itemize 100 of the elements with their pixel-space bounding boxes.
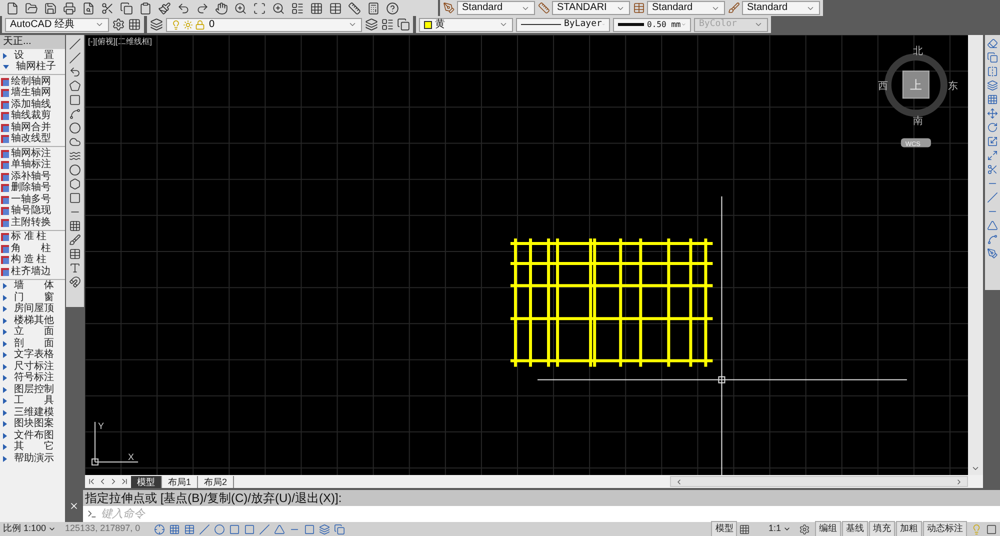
construction-line-icon[interactable] xyxy=(69,52,81,64)
vertical-scrollbar[interactable] xyxy=(968,35,983,475)
save-icon[interactable] xyxy=(44,2,57,14)
redo-icon[interactable] xyxy=(196,2,209,14)
close-icon[interactable] xyxy=(69,501,79,511)
palette-section[interactable]: 剖 面 xyxy=(0,338,65,350)
customize-icon[interactable] xyxy=(128,18,141,31)
horizontal-scrollbar[interactable] xyxy=(670,476,968,487)
palette-tool[interactable]: 一轴多号 xyxy=(0,194,65,206)
layer-previous-icon[interactable] xyxy=(381,18,394,31)
drafting-toggle-icon[interactable] xyxy=(334,524,346,534)
preview-icon[interactable] xyxy=(82,2,95,14)
palette-section[interactable]: 立 面 xyxy=(0,326,65,338)
properties-icon[interactable] xyxy=(291,2,304,14)
color-dropdown[interactable]: 黄 xyxy=(419,18,513,32)
drafting-toggle-icon[interactable] xyxy=(274,524,286,534)
zoom-previous-icon[interactable] xyxy=(272,2,285,14)
previous-tab-icon[interactable] xyxy=(98,477,107,486)
drafting-toggle-icon[interactable] xyxy=(259,524,270,534)
model-space-button[interactable]: 模型 xyxy=(711,521,738,536)
palette-section[interactable]: 房间屋顶 xyxy=(0,304,65,315)
palette-tool[interactable]: 轴号隐现 xyxy=(0,206,65,217)
trim-icon[interactable] xyxy=(987,164,998,175)
rotate-icon[interactable] xyxy=(987,122,998,133)
last-tab-icon[interactable] xyxy=(120,477,129,486)
help-icon[interactable] xyxy=(386,2,399,14)
zoom-window-icon[interactable] xyxy=(253,2,266,14)
layer-manager-icon[interactable] xyxy=(150,18,163,31)
scroll-right-icon[interactable] xyxy=(955,478,963,486)
first-tab-icon[interactable] xyxy=(87,477,96,486)
gradient-icon[interactable] xyxy=(69,234,81,246)
palette-tool[interactable]: 绘制轴网 xyxy=(0,76,65,88)
layer-dropdown[interactable]: 0 xyxy=(166,18,362,32)
insert-icon[interactable] xyxy=(69,192,81,204)
tool-palette-icon[interactable] xyxy=(329,2,342,14)
palette-tool[interactable]: 轴改线型 xyxy=(0,134,65,145)
palette-tool[interactable]: 墙生轴网 xyxy=(0,88,65,99)
hand-icon[interactable] xyxy=(215,2,228,14)
status-toggle[interactable]: 填充 xyxy=(869,521,895,536)
palette-section[interactable]: 门 窗 xyxy=(0,292,65,304)
printer-icon[interactable] xyxy=(63,2,76,14)
scroll-down-icon[interactable] xyxy=(971,464,980,473)
workspace-dropdown[interactable]: AutoCAD 经典 xyxy=(5,18,109,32)
lineweight-dropdown[interactable]: 0.50 mm xyxy=(613,18,691,32)
palette-tool[interactable]: 标 准 柱 xyxy=(0,232,65,243)
viewcube-face[interactable] xyxy=(902,70,930,99)
compass-west[interactable]: 西 xyxy=(878,81,888,92)
markup-icon[interactable] xyxy=(348,2,361,14)
drafting-toggle-icon[interactable] xyxy=(319,524,330,534)
chamfer-icon[interactable] xyxy=(987,220,998,231)
compass-north[interactable]: 北 xyxy=(912,46,923,58)
palette-tool[interactable]: 轴线裁剪 xyxy=(0,110,65,122)
drafting-toggle-icon[interactable] xyxy=(154,524,166,534)
status-toggle[interactable]: 加粗 xyxy=(896,521,922,536)
palette-tool[interactable]: 轴网标注 xyxy=(0,148,65,160)
compass-south[interactable]: 南 xyxy=(912,116,923,128)
layout-icon[interactable] xyxy=(739,524,750,534)
palette-tool[interactable]: 主附转换 xyxy=(0,217,65,228)
drafting-toggle-icon[interactable] xyxy=(184,524,196,534)
wcs-menu[interactable] xyxy=(900,138,931,148)
palette-tool[interactable]: 轴网合并 xyxy=(0,122,65,134)
palette-section[interactable]: 帮助演示 xyxy=(0,453,65,464)
fillet-icon[interactable] xyxy=(987,234,998,245)
palette-section[interactable]: 墙 体 xyxy=(0,280,65,292)
palette-section[interactable]: 设 置 xyxy=(0,50,65,62)
palette-tool[interactable]: 构 造 柱 xyxy=(0,254,65,266)
palette-tool[interactable]: 删除轴号 xyxy=(0,182,65,194)
palette-tool[interactable]: 添加轴线 xyxy=(0,99,65,110)
multileader-style-icon[interactable] xyxy=(728,2,740,14)
drafting-toggle-icon[interactable] xyxy=(214,524,226,534)
palette-tool[interactable]: 添补轴号 xyxy=(0,171,65,182)
palette-section[interactable]: 楼梯其他 xyxy=(0,315,65,326)
array-icon[interactable] xyxy=(987,94,998,105)
palette-section[interactable]: 轴网柱子 xyxy=(0,62,65,73)
table-style-icon[interactable] xyxy=(633,2,645,14)
palette-section[interactable]: 符号标注 xyxy=(0,372,65,384)
design-center-icon[interactable] xyxy=(310,2,323,14)
drafting-toggle-icon[interactable] xyxy=(169,524,180,534)
linetype-dropdown[interactable]: ByLayer xyxy=(516,18,610,32)
compass-east[interactable]: 东 xyxy=(948,81,958,92)
dimension-style-icon[interactable] xyxy=(538,2,550,14)
axis-grid-drawing[interactable] xyxy=(510,238,713,367)
ellipse-icon[interactable] xyxy=(69,164,81,176)
annotation-scale[interactable]: 1:1 xyxy=(764,522,795,536)
block-icon[interactable] xyxy=(69,178,81,190)
drafting-toggle-icon[interactable] xyxy=(229,524,240,534)
zoom-icon[interactable] xyxy=(234,2,247,14)
scroll-left-icon[interactable] xyxy=(675,478,683,486)
new-file-icon[interactable] xyxy=(6,2,19,14)
palette-section[interactable]: 图块图案 xyxy=(0,418,65,430)
palette-section[interactable]: 其 它 xyxy=(0,442,65,453)
status-toggle[interactable]: 基线 xyxy=(842,521,868,536)
clipboard-icon[interactable] xyxy=(139,2,152,14)
palette-tool[interactable]: 角 柱 xyxy=(0,243,65,254)
text-style-icon[interactable] xyxy=(443,2,455,14)
layout-tab[interactable]: 模型 xyxy=(131,476,162,488)
calculator-icon[interactable] xyxy=(367,2,380,14)
status-toggle[interactable]: 编组 xyxy=(815,521,841,536)
spline-icon[interactable] xyxy=(69,150,81,162)
status-toggle[interactable]: 动态标注 xyxy=(923,521,967,536)
